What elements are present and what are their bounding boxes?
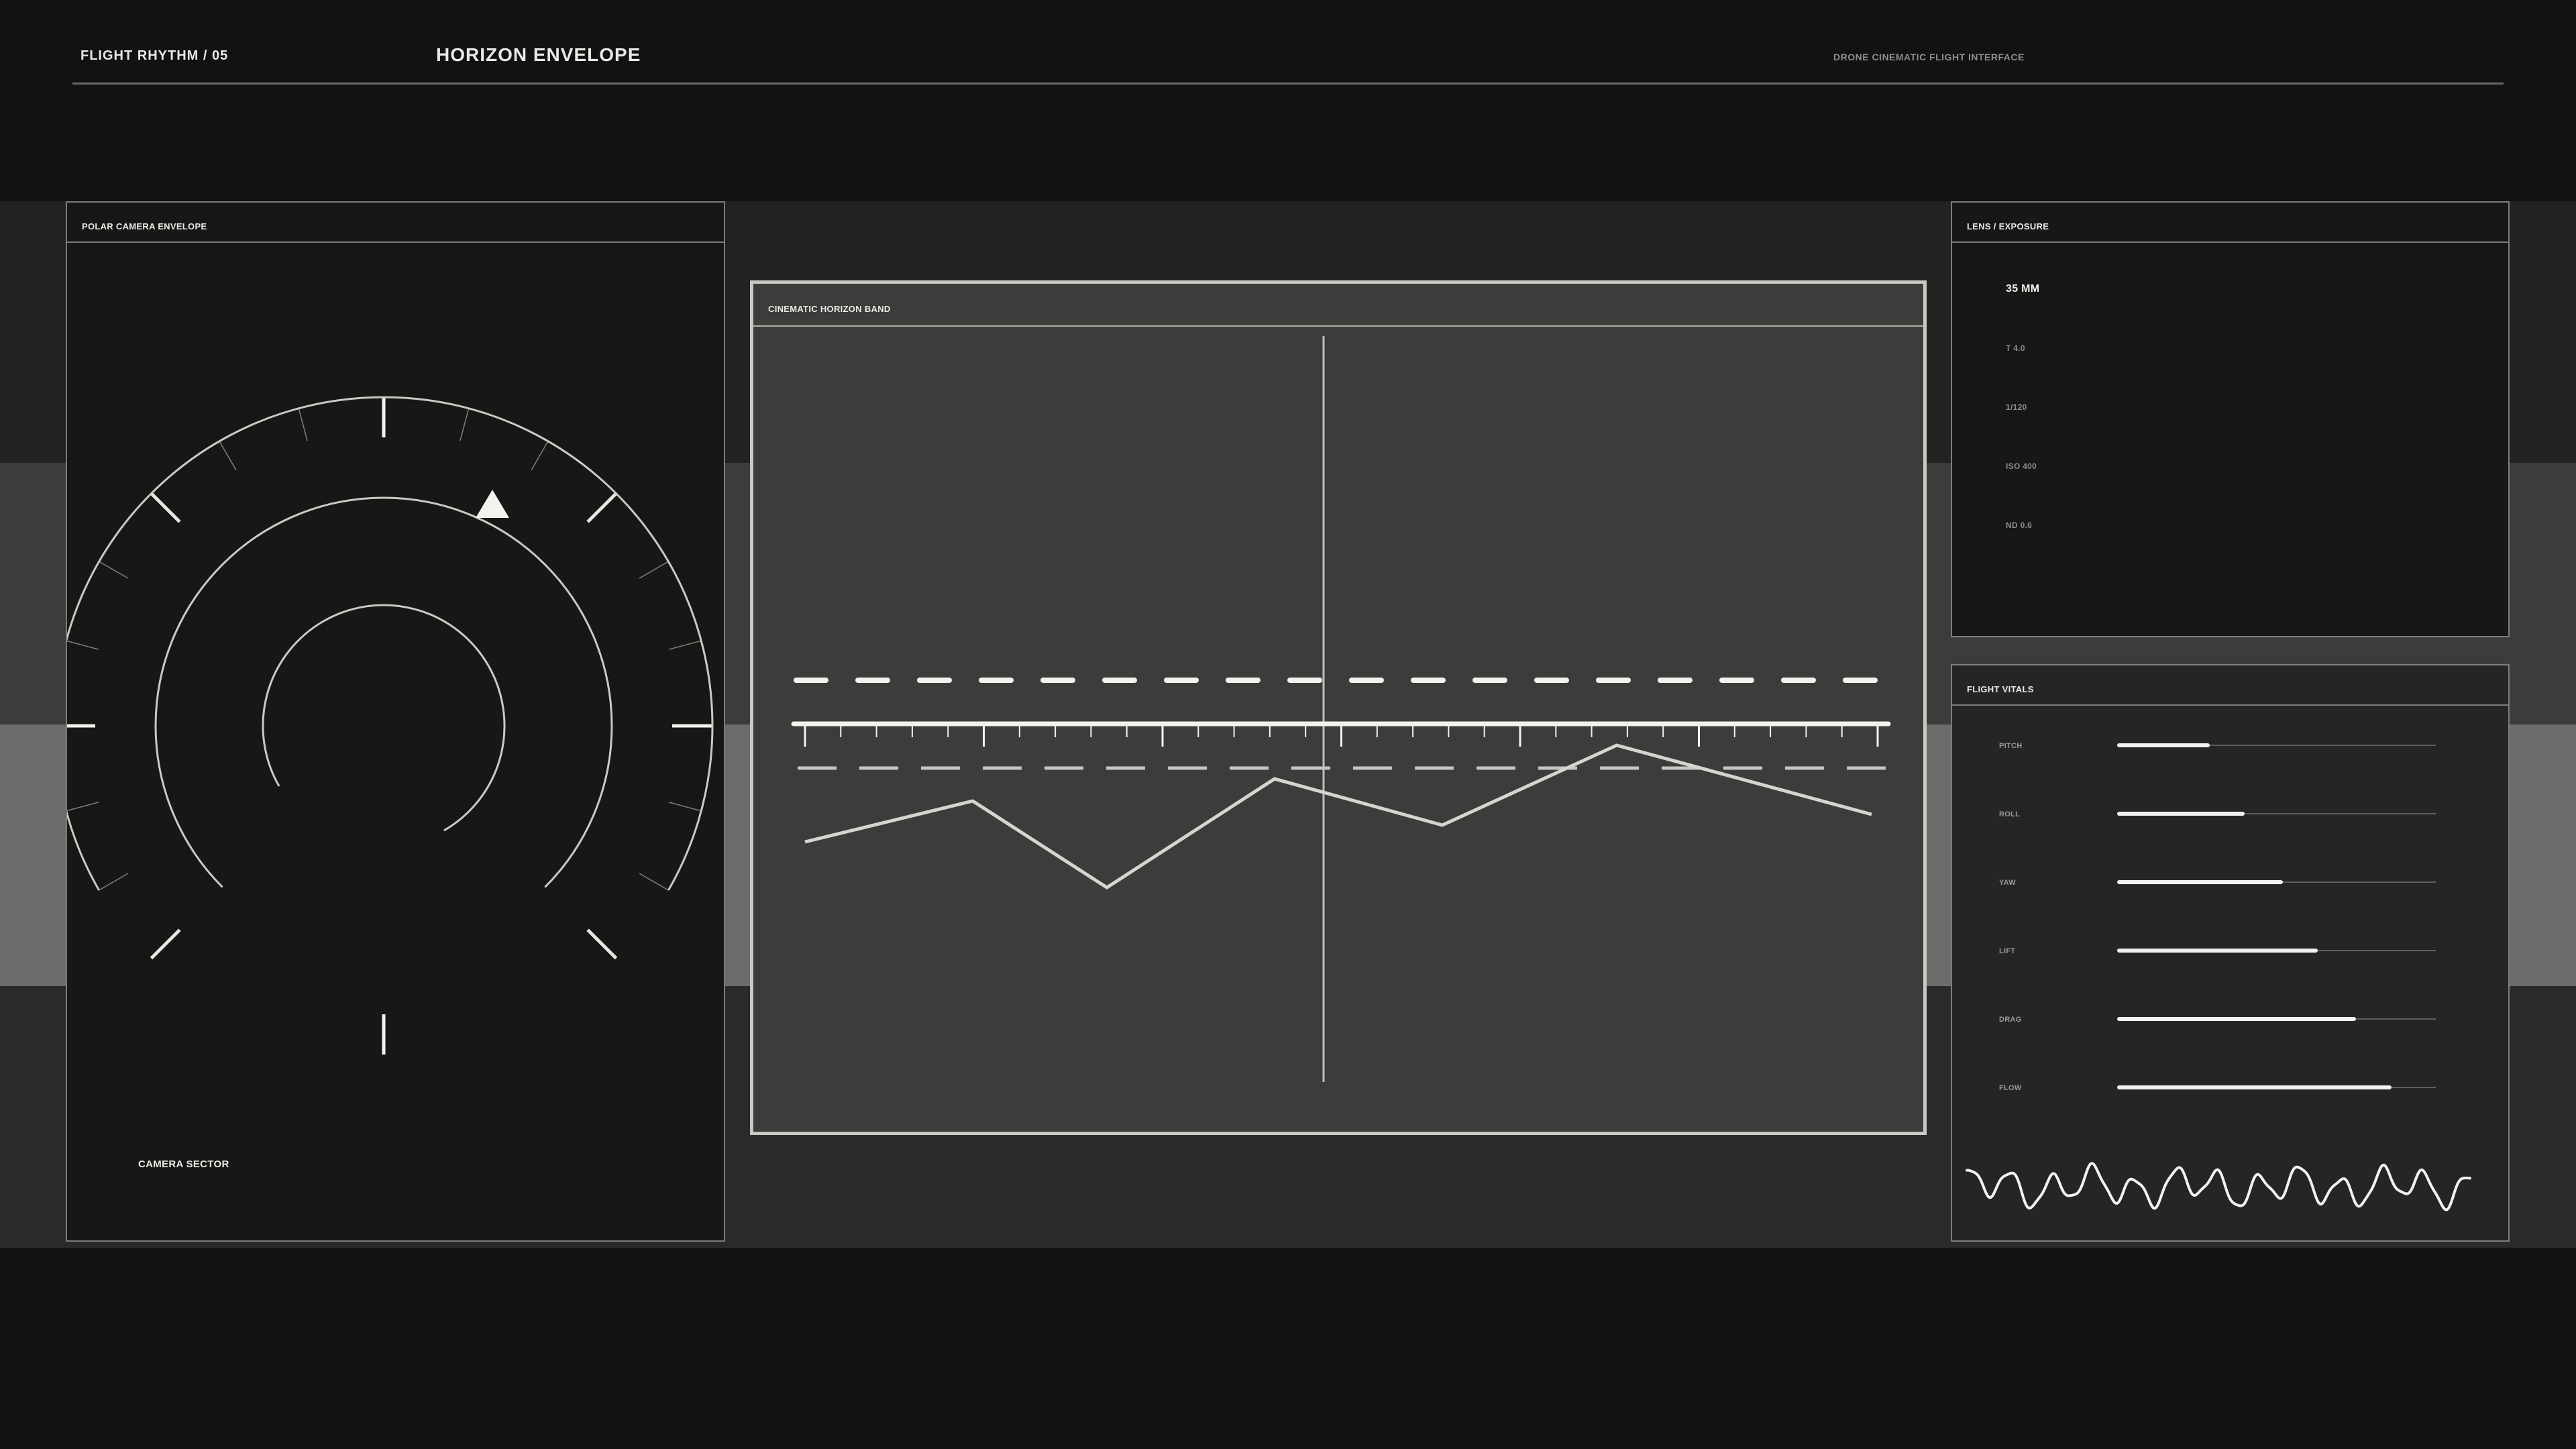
- polar-tick: [586, 492, 618, 523]
- camera-sector-label: CAMERA SECTOR: [138, 1159, 229, 1170]
- iso-value[interactable]: ISO 400: [2006, 462, 2037, 471]
- horizon-band-panel: CINEMATIC HORIZON BAND: [750, 280, 1927, 1135]
- polar-tick: [67, 640, 99, 650]
- polar-tick: [150, 928, 181, 960]
- polar-tick: [460, 408, 470, 441]
- polar-tick-marks: [67, 397, 712, 1055]
- nd-filter-value[interactable]: ND 0.6: [2006, 521, 2032, 530]
- page-title: HORIZON ENVELOPE: [436, 44, 641, 65]
- waveform-graph: [1966, 1161, 2471, 1212]
- polar-tick: [639, 873, 669, 891]
- aperture-value[interactable]: T 4.0: [2006, 343, 2025, 353]
- polar-tick: [639, 561, 669, 579]
- polar-tick: [219, 441, 237, 471]
- flight-vitals-panel: FLIGHT VITALS PITCH ROLL YAW LIFT DRAG F…: [1951, 664, 2510, 1242]
- polar-tick: [298, 408, 308, 441]
- header-bar: FLIGHT RHYTHM / 05 HORIZON ENVELOPE DRON…: [0, 0, 2576, 201]
- interface-subtitle: DRONE CINEMATIC FLIGHT INTERFACE: [1833, 52, 2025, 62]
- polar-tick: [67, 802, 99, 812]
- polar-tick: [531, 441, 549, 471]
- polar-tick: [668, 640, 702, 650]
- lens-exposure-panel: LENS / EXPOSURE 35 MM T 4.0 1/120 ISO 40…: [1951, 201, 2510, 637]
- focal-length-value[interactable]: 35 MM: [2006, 283, 2039, 295]
- polar-tick: [150, 492, 181, 523]
- flight-rhythm-label: FLIGHT RHYTHM / 05: [80, 48, 229, 63]
- polar-dial[interactable]: [67, 203, 727, 1243]
- shutter-value[interactable]: 1/120: [2006, 402, 2027, 412]
- middle-ring: [154, 496, 613, 888]
- polar-tick: [668, 802, 702, 812]
- inner-ring: [262, 604, 506, 832]
- flight-path-line: [804, 743, 1872, 890]
- waveform-line: [1966, 1161, 2471, 1212]
- triangle-icon: [476, 490, 509, 518]
- polar-camera-panel: POLAR CAMERA ENVELOPE CAMERA SECTOR: [66, 201, 725, 1242]
- horizon-graph[interactable]: [753, 284, 1923, 1132]
- polar-tick: [99, 873, 129, 891]
- header-divider: [72, 83, 2504, 85]
- polar-tick: [586, 928, 618, 960]
- lens-panel-title: LENS / EXPOSURE: [1952, 203, 2508, 243]
- polar-tick: [99, 561, 129, 579]
- horizon-tick-marks: [804, 726, 1879, 747]
- outer-ring: [67, 396, 714, 891]
